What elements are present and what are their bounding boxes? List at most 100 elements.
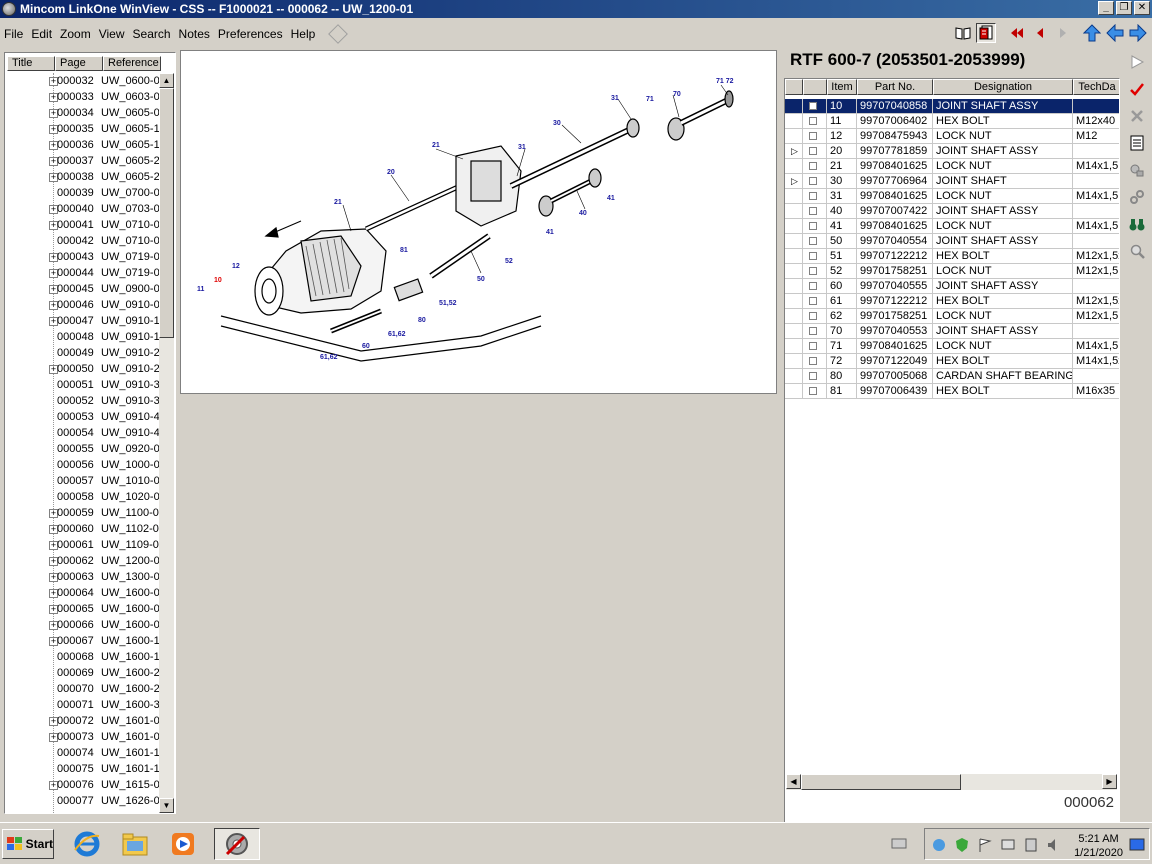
- forward-arrow-icon[interactable]: [1128, 23, 1148, 43]
- row-checkbox[interactable]: [803, 174, 827, 189]
- menu-search[interactable]: Search: [129, 27, 175, 41]
- row-checkbox[interactable]: [803, 114, 827, 129]
- checkbox-icon[interactable]: [809, 162, 817, 170]
- close-button[interactable]: ✕: [1134, 1, 1150, 15]
- callout-70[interactable]: 70: [673, 91, 681, 98]
- part-row[interactable]: 50 99707040554 JOINT SHAFT ASSY: [785, 234, 1119, 249]
- volume-icon[interactable]: [1046, 837, 1062, 853]
- callout-11[interactable]: 11: [197, 286, 205, 293]
- checkbox-icon[interactable]: [809, 132, 817, 140]
- tree-row[interactable]: +000033 UW_0603-0: [5, 89, 161, 105]
- arrow-column-header[interactable]: [785, 79, 803, 95]
- scrollbar-thumb[interactable]: [159, 88, 174, 338]
- up-arrow-icon[interactable]: [1082, 23, 1102, 43]
- tree-row[interactable]: +000059 UW_1100-0: [5, 505, 161, 521]
- part-row[interactable]: 61 99707122212 HEX BOLT M12x1,5x: [785, 294, 1119, 309]
- callout-12[interactable]: 12: [232, 263, 240, 270]
- part-row[interactable]: 81 99707006439 HEX BOLT M16x35: [785, 384, 1119, 399]
- row-checkbox[interactable]: [803, 204, 827, 219]
- tree-row[interactable]: 000051 UW_0910-3(: [5, 377, 161, 393]
- part-row[interactable]: ▷ 30 99707706964 JOINT SHAFT: [785, 174, 1119, 189]
- part-row[interactable]: 71 99708401625 LOCK NUT M14x1,5: [785, 339, 1119, 354]
- media-player-icon[interactable]: [166, 828, 200, 860]
- part-row[interactable]: 11 99707006402 HEX BOLT M12x40: [785, 114, 1119, 129]
- row-checkbox[interactable]: [803, 144, 827, 159]
- row-checkbox[interactable]: [803, 159, 827, 174]
- tree-row[interactable]: +000032 UW_0600-0: [5, 73, 161, 89]
- parts-list-button[interactable]: [976, 23, 996, 43]
- device-icon[interactable]: [1023, 837, 1039, 853]
- title-column-header[interactable]: Title: [7, 56, 55, 71]
- tree-row[interactable]: +000064 UW_1600-0: [5, 585, 161, 601]
- row-checkbox[interactable]: [803, 384, 827, 399]
- item-column-header[interactable]: Item: [827, 79, 857, 95]
- tree-row[interactable]: 000048 UW_0910-1!: [5, 329, 161, 345]
- row-checkbox[interactable]: [803, 219, 827, 234]
- callout-71[interactable]: 71: [646, 96, 654, 103]
- tree-row[interactable]: 000074 UW_1601-1(: [5, 745, 161, 761]
- checkbox-icon[interactable]: [809, 342, 817, 350]
- tree-row[interactable]: 000049 UW_0910-2(: [5, 345, 161, 361]
- delete-x-icon[interactable]: [1127, 106, 1147, 126]
- linkone-app-button[interactable]: [214, 828, 260, 860]
- row-checkbox[interactable]: [803, 339, 827, 354]
- callout-41[interactable]: 41: [607, 195, 615, 202]
- callout-61-62b[interactable]: 61,62: [320, 354, 338, 361]
- row-checkbox[interactable]: [803, 279, 827, 294]
- callout-10[interactable]: 10: [214, 277, 222, 284]
- checkbox-icon[interactable]: [809, 222, 817, 230]
- callout-21b[interactable]: 21: [334, 199, 342, 206]
- scroll-left-icon[interactable]: ◀: [786, 774, 801, 789]
- callout-52[interactable]: 52: [505, 258, 513, 265]
- callout-30[interactable]: 30: [553, 120, 561, 127]
- tree-row[interactable]: 000058 UW_1020-0: [5, 489, 161, 505]
- callout-60[interactable]: 60: [362, 343, 370, 350]
- previous-page-icon[interactable]: [1030, 23, 1050, 43]
- tree-row[interactable]: +000047 UW_0910-1(: [5, 313, 161, 329]
- callout-31b[interactable]: 31: [518, 144, 526, 151]
- tree-row[interactable]: +000035 UW_0605-1(: [5, 121, 161, 137]
- checkbox-icon[interactable]: [809, 192, 817, 200]
- book-button[interactable]: [953, 23, 973, 43]
- callout-80[interactable]: 80: [418, 317, 426, 324]
- part-row[interactable]: 12 99708475943 LOCK NUT M12: [785, 129, 1119, 144]
- tree-row[interactable]: +000050 UW_0910-2!: [5, 361, 161, 377]
- tree-row[interactable]: 000070 UW_1600-2!: [5, 681, 161, 697]
- techdata-column-header[interactable]: TechDa: [1073, 79, 1119, 95]
- minimize-button[interactable]: _: [1098, 1, 1114, 15]
- security-shield-icon[interactable]: [954, 837, 970, 853]
- part-row[interactable]: 21 99708401625 LOCK NUT M14x1,5: [785, 159, 1119, 174]
- tree-row[interactable]: +000061 UW_1109-0: [5, 537, 161, 553]
- callout-41b[interactable]: 41: [546, 229, 554, 236]
- menu-preferences[interactable]: Preferences: [214, 27, 287, 41]
- keyboard-icon[interactable]: [891, 837, 907, 852]
- checkbox-icon[interactable]: [809, 327, 817, 335]
- checkbox-icon[interactable]: [809, 147, 817, 155]
- tree-row[interactable]: 000071 UW_1600-3(: [5, 697, 161, 713]
- file-explorer-icon[interactable]: [118, 828, 152, 860]
- check-column-header[interactable]: [803, 79, 827, 95]
- restore-button[interactable]: ❐: [1116, 1, 1132, 15]
- tree-row[interactable]: +000060 UW_1102-0: [5, 521, 161, 537]
- tree-row[interactable]: +000037 UW_0605-2(: [5, 153, 161, 169]
- tree-row[interactable]: +000044 UW_0719-0!: [5, 265, 161, 281]
- tree-row[interactable]: +000041 UW_0710-0: [5, 217, 161, 233]
- zoom-icon[interactable]: [1127, 241, 1147, 261]
- row-checkbox[interactable]: [803, 234, 827, 249]
- menu-view[interactable]: View: [95, 27, 129, 41]
- play-arrow-icon[interactable]: [1127, 52, 1147, 72]
- callout-40[interactable]: 40: [579, 210, 587, 217]
- tree-row[interactable]: 000057 UW_1010-0: [5, 473, 161, 489]
- horizontal-scrollbar-thumb[interactable]: [801, 774, 961, 790]
- tree-row[interactable]: 000055 UW_0920-0: [5, 441, 161, 457]
- binoculars-icon[interactable]: [1127, 214, 1147, 234]
- parts-horizontal-scrollbar[interactable]: ◀ ▶: [786, 774, 1117, 790]
- checkbox-icon[interactable]: [809, 207, 817, 215]
- row-checkbox[interactable]: [803, 324, 827, 339]
- first-page-icon[interactable]: [1007, 23, 1027, 43]
- flag-icon[interactable]: [977, 837, 993, 853]
- callout-81[interactable]: 81: [400, 247, 408, 254]
- row-checkbox[interactable]: [803, 309, 827, 324]
- tree-row[interactable]: 000077 UW_1626-0: [5, 793, 161, 809]
- tree-row[interactable]: 000054 UW_0910-4!: [5, 425, 161, 441]
